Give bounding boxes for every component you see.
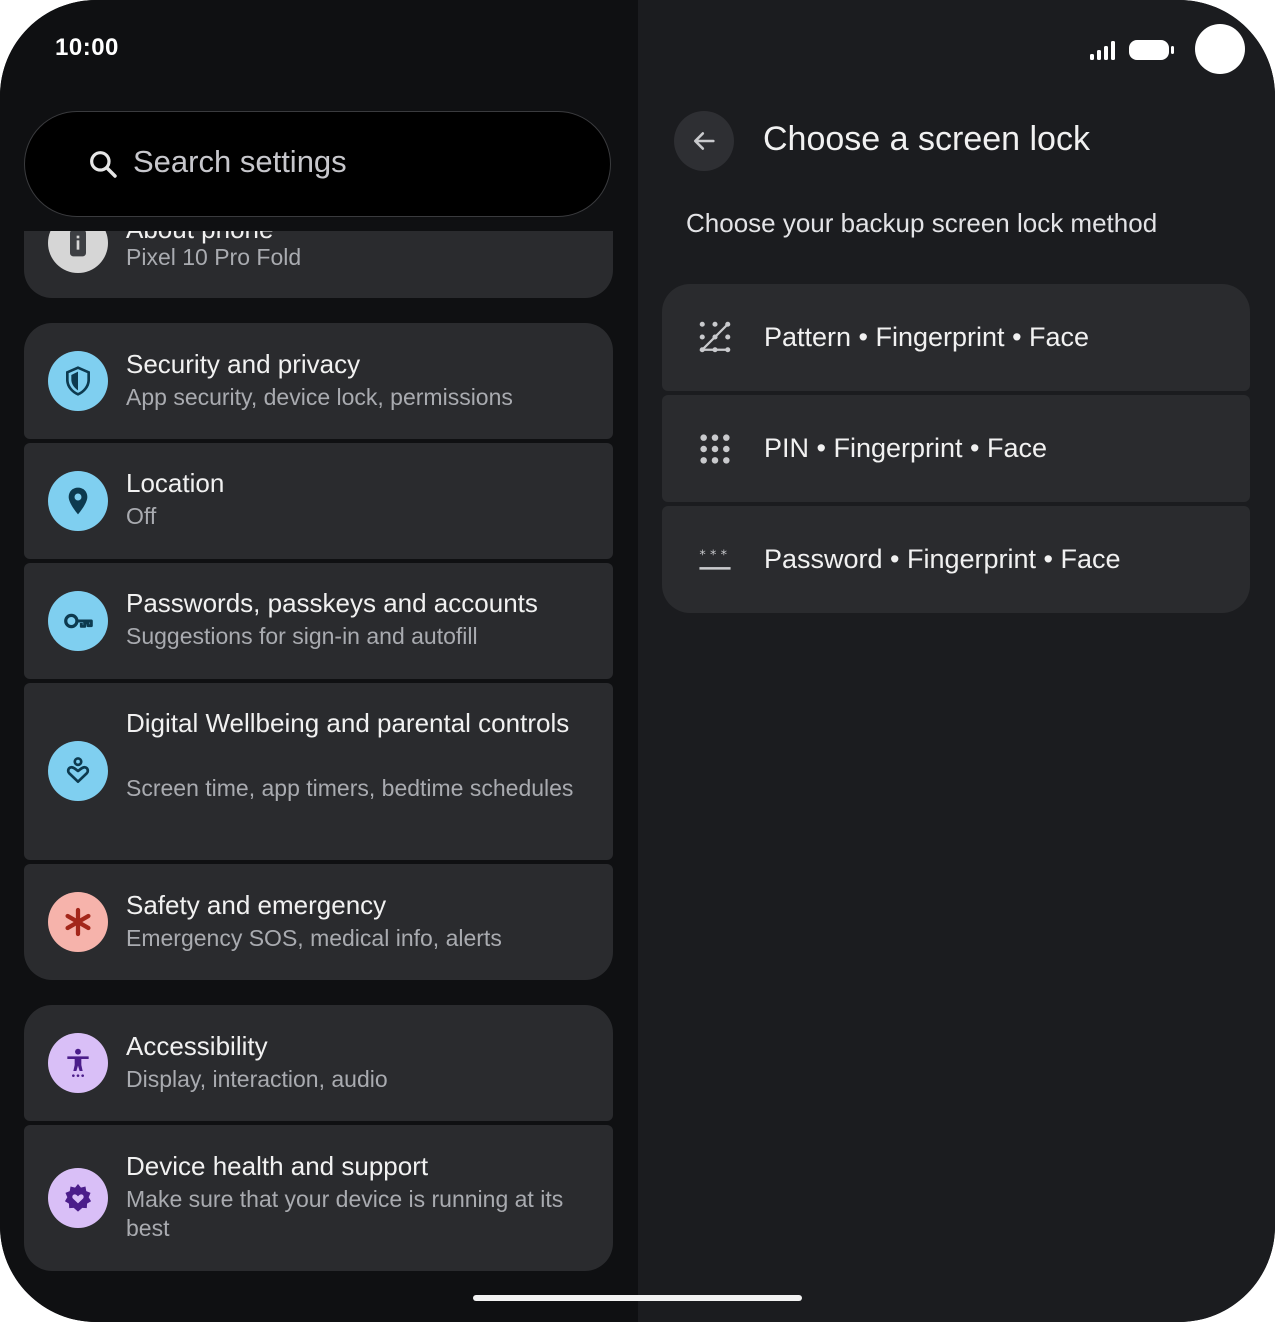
pattern-icon bbox=[699, 321, 731, 353]
setting-passwords[interactable]: Passwords, passkeys and accounts Suggest… bbox=[24, 563, 613, 679]
search-icon bbox=[90, 151, 117, 178]
location-subtitle: Off bbox=[126, 503, 157, 529]
shield-icon bbox=[48, 351, 108, 411]
battery-icon bbox=[1129, 40, 1174, 60]
option-password[interactable]: * * * Password • Fingerprint • Face bbox=[662, 506, 1250, 613]
about-phone-subtitle: Pixel 10 Pro Fold bbox=[126, 244, 302, 270]
setting-digital-wellbeing[interactable]: Digital Wellbeing and parental controls … bbox=[24, 683, 613, 860]
signal-icon bbox=[1090, 41, 1115, 60]
status-time: 10:00 bbox=[55, 34, 119, 61]
search-placeholder: Search settings bbox=[133, 144, 347, 179]
home-indicator[interactable] bbox=[473, 1295, 802, 1301]
svg-text:*: * bbox=[721, 548, 727, 563]
asterisk-icon bbox=[48, 892, 108, 952]
page-subtitle: Choose your backup screen lock method bbox=[686, 208, 1158, 238]
safety-subtitle: Emergency SOS, medical info, alerts bbox=[126, 925, 502, 951]
setting-about-phone[interactable]: About phone Pixel 10 Pro Fold bbox=[24, 231, 613, 298]
security-subtitle: App security, device lock, permissions bbox=[126, 384, 513, 410]
setting-device-health[interactable]: Device health and support Make sure that… bbox=[24, 1125, 613, 1271]
camera-cutout bbox=[1195, 24, 1245, 74]
device-frame: 10:00 Search settings About phone Pixel … bbox=[0, 0, 1275, 1322]
security-title: Security and privacy bbox=[126, 349, 361, 379]
wellbeing-title: Digital Wellbeing and parental controls bbox=[126, 708, 570, 738]
device-health-subtitle: Make sure that your device is running at… bbox=[126, 1186, 564, 1241]
screen-lock-pane bbox=[638, 0, 1275, 1322]
info-phone-icon bbox=[48, 231, 108, 273]
wellbeing-subtitle: Screen time, app timers, bedtime schedul… bbox=[126, 775, 574, 801]
wellbeing-heart-icon bbox=[48, 741, 108, 801]
svg-text:*: * bbox=[710, 548, 716, 563]
accessibility-title: Accessibility bbox=[126, 1031, 268, 1061]
location-title: Location bbox=[126, 468, 225, 498]
key-icon bbox=[48, 591, 108, 651]
option-password-label: Password • Fingerprint • Face bbox=[764, 544, 1121, 574]
svg-text:*: * bbox=[699, 548, 705, 563]
back-button[interactable] bbox=[674, 111, 734, 171]
setting-location[interactable]: Location Off bbox=[24, 443, 613, 559]
setting-security-privacy[interactable]: Security and privacy App security, devic… bbox=[24, 323, 613, 439]
pin-dots-icon bbox=[700, 434, 730, 464]
passwords-title: Passwords, passkeys and accounts bbox=[126, 588, 538, 618]
option-pattern-label: Pattern • Fingerprint • Face bbox=[764, 322, 1090, 352]
option-pattern[interactable]: Pattern • Fingerprint • Face bbox=[662, 284, 1250, 391]
location-pin-icon bbox=[48, 471, 108, 531]
setting-safety-emergency[interactable]: Safety and emergency Emergency SOS, medi… bbox=[24, 864, 613, 980]
search-bar[interactable]: Search settings bbox=[24, 111, 611, 217]
passwords-subtitle: Suggestions for sign-in and autofill bbox=[126, 623, 478, 649]
accessibility-icon bbox=[48, 1033, 108, 1093]
page-title: Choose a screen lock bbox=[763, 120, 1090, 158]
gear-heart-icon bbox=[48, 1168, 108, 1228]
settings-list: About phone Pixel 10 Pro Fold Security a… bbox=[24, 231, 613, 1291]
arrow-back-icon bbox=[693, 132, 715, 150]
option-pin[interactable]: PIN • Fingerprint • Face bbox=[662, 395, 1250, 502]
device-health-title: Device health and support bbox=[126, 1151, 429, 1181]
setting-accessibility[interactable]: Accessibility Display, interaction, audi… bbox=[24, 1005, 613, 1121]
option-pin-label: PIN • Fingerprint • Face bbox=[764, 433, 1047, 463]
password-icon: * * * bbox=[699, 548, 731, 570]
accessibility-subtitle: Display, interaction, audio bbox=[126, 1066, 388, 1092]
safety-title: Safety and emergency bbox=[126, 890, 387, 920]
status-icons bbox=[1088, 36, 1178, 64]
